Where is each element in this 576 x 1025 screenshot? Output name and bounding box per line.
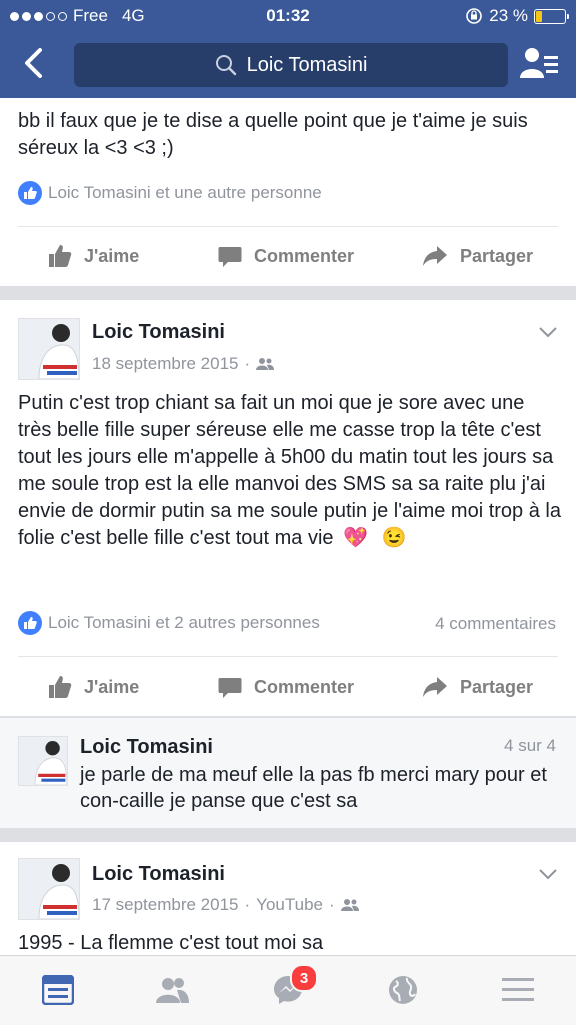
search-icon bbox=[215, 55, 236, 76]
comments-count[interactable]: 4 commentaires bbox=[435, 614, 556, 634]
like-button[interactable]: J'aime bbox=[48, 667, 139, 707]
share-button[interactable]: Partager bbox=[422, 667, 533, 707]
post-source[interactable]: YouTube bbox=[256, 895, 323, 915]
like-label: J'aime bbox=[84, 676, 140, 697]
action-bar: J'aime Commenter Partager bbox=[0, 236, 576, 276]
comment-counter: 4 sur 4 bbox=[504, 736, 556, 755]
thumbs-up-icon bbox=[49, 245, 72, 267]
comment-preview[interactable]: Loic Tomasini 4 sur 4 je parle de ma meu… bbox=[0, 718, 576, 828]
comment-icon bbox=[218, 678, 242, 698]
globe-icon bbox=[389, 976, 417, 1004]
author-name[interactable]: Loic Tomasini bbox=[92, 863, 225, 886]
tab-notifications[interactable] bbox=[383, 970, 423, 1010]
comment-label: Commenter bbox=[254, 676, 355, 697]
like-badge-icon bbox=[18, 611, 42, 635]
tab-messenger[interactable]: 3 bbox=[268, 964, 318, 1010]
search-bar[interactable]: Loic Tomasini bbox=[74, 43, 508, 87]
tab-bar: 3 bbox=[0, 955, 576, 1025]
meta-separator: · bbox=[328, 895, 335, 914]
comment-label: Commenter bbox=[254, 245, 355, 266]
nav-bar: Loic Tomasini bbox=[0, 32, 576, 98]
chevron-down-icon[interactable] bbox=[538, 326, 558, 338]
avatar[interactable] bbox=[18, 318, 80, 380]
post-meta: 17 septembre 2015 · YouTube · bbox=[92, 895, 359, 915]
share-label: Partager bbox=[460, 676, 534, 697]
post-date[interactable]: 18 septembre 2015 bbox=[92, 354, 239, 374]
tab-news-feed[interactable] bbox=[38, 970, 78, 1010]
tab-menu[interactable] bbox=[498, 970, 538, 1010]
reactions-text: Loic Tomasini et une autre personne bbox=[48, 183, 322, 202]
status-bar: Free 4G 01:32 23 % bbox=[0, 0, 576, 32]
profile-photo bbox=[19, 319, 79, 379]
messages-badge: 3 bbox=[290, 964, 318, 992]
like-label: J'aime bbox=[84, 245, 140, 266]
winking-face-emoji: 😉 bbox=[381, 527, 407, 549]
sparkling-heart-emoji: 💖 bbox=[343, 527, 369, 549]
comment-button[interactable]: Commenter bbox=[218, 667, 354, 707]
share-icon bbox=[423, 246, 447, 266]
profile-photo bbox=[19, 859, 79, 919]
back-icon[interactable] bbox=[18, 46, 52, 80]
post-card-3: Loic Tomasini 17 septembre 2015 · YouTub… bbox=[0, 842, 576, 955]
post-body: Putin c'est trop chiant sa fait un moi q… bbox=[18, 392, 561, 549]
friends-icon bbox=[156, 978, 189, 1003]
comment-avatar[interactable] bbox=[18, 736, 68, 786]
share-icon bbox=[423, 677, 447, 697]
author-name[interactable]: Loic Tomasini bbox=[92, 321, 225, 344]
search-text: Loic Tomasini bbox=[246, 53, 368, 76]
post-meta: 18 septembre 2015 · bbox=[92, 354, 275, 374]
reactions-summary[interactable]: Loic Tomasini et une autre personne bbox=[18, 181, 322, 205]
comment-icon bbox=[218, 247, 242, 267]
like-badge-icon bbox=[18, 181, 42, 205]
tab-friends[interactable] bbox=[152, 970, 192, 1010]
post-text: Putin c'est trop chiant sa fait un moi q… bbox=[18, 390, 563, 552]
comment-text: je parle de ma meuf elle la pas fb merci… bbox=[80, 764, 547, 812]
news-feed-icon bbox=[42, 975, 74, 1005]
comment-button[interactable]: Commenter bbox=[218, 236, 354, 276]
action-bar: J'aime Commenter Partager bbox=[0, 667, 576, 707]
share-button[interactable]: Partager bbox=[422, 236, 533, 276]
divider bbox=[18, 656, 558, 657]
comment-author[interactable]: Loic Tomasini bbox=[80, 736, 213, 759]
battery-percent: 23 % bbox=[489, 6, 528, 25]
reactions-summary[interactable]: Loic Tomasini et 2 autres personnes bbox=[18, 611, 320, 635]
meta-separator: · bbox=[244, 354, 251, 373]
share-label: Partager bbox=[460, 245, 534, 266]
friend-list-icon[interactable] bbox=[520, 46, 560, 82]
post-card-2: Loic Tomasini 18 septembre 2015 · Putin … bbox=[0, 300, 576, 716]
post-text: 1995 - La flemme c'est tout moi sa bbox=[18, 932, 324, 954]
reactions-text: Loic Tomasini et 2 autres personnes bbox=[48, 613, 320, 632]
friends-privacy-icon bbox=[256, 358, 275, 370]
chevron-down-icon[interactable] bbox=[538, 868, 558, 880]
friends-privacy-icon bbox=[340, 899, 359, 911]
like-button[interactable]: J'aime bbox=[48, 236, 139, 276]
post-card-1: bb il faux que je te dise a quelle point… bbox=[0, 98, 576, 286]
battery-icon bbox=[534, 8, 569, 24]
thumbs-up-icon bbox=[49, 676, 72, 698]
meta-separator: · bbox=[244, 895, 251, 914]
divider bbox=[18, 226, 558, 227]
rotation-lock-icon bbox=[466, 8, 483, 24]
profile-photo bbox=[19, 737, 67, 785]
battery-info: 23 % bbox=[465, 6, 569, 26]
post-date[interactable]: 17 septembre 2015 bbox=[92, 895, 239, 915]
hamburger-menu-icon bbox=[502, 978, 534, 1001]
post-text: bb il faux que je te dise a quelle point… bbox=[18, 110, 528, 159]
avatar[interactable] bbox=[18, 858, 80, 920]
